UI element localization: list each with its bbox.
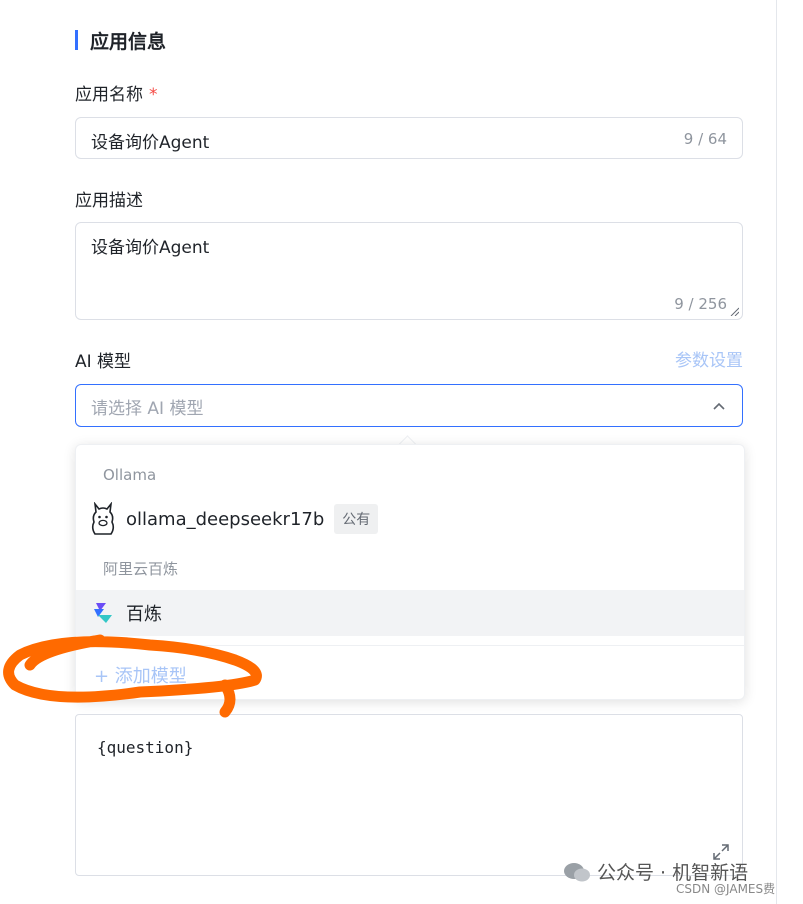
param-settings-link[interactable]: 参数设置	[675, 346, 743, 371]
ai-model-select[interactable]: 请选择 AI 模型	[75, 384, 743, 427]
prompt-editor[interactable]: {question}	[75, 714, 743, 876]
section-title: 应用信息	[75, 27, 166, 53]
ai-model-placeholder: 请选择 AI 模型	[91, 399, 204, 419]
option-label: 百炼	[126, 604, 162, 625]
app-desc-textarea[interactable]: 设备询价Agent 9 / 256	[75, 222, 743, 320]
annotation-circle	[3, 634, 262, 718]
section-accent-bar	[75, 30, 78, 50]
resize-handle-icon[interactable]	[729, 306, 739, 316]
app-desc-value: 设备询价Agent	[91, 238, 210, 258]
chevron-up-icon	[713, 402, 725, 410]
required-mark: *	[149, 85, 158, 105]
app-desc-label: 应用描述	[75, 191, 143, 211]
wechat-icon	[564, 862, 590, 881]
llama-icon	[91, 502, 115, 535]
app-name-counter: 9 / 64	[683, 130, 727, 148]
public-tag: 公有	[334, 504, 379, 534]
app-name-input[interactable]: 设备询价Agent 9 / 64	[75, 117, 743, 159]
group-label-ollama: Ollama	[103, 466, 157, 484]
watermark-sub: CSDN @JAMES费	[676, 882, 776, 896]
bailian-icon	[94, 603, 112, 623]
app-desc-counter: 9 / 256	[674, 295, 727, 313]
app-name-value: 设备询价Agent	[91, 133, 210, 153]
section-title-text: 应用信息	[90, 30, 167, 53]
ai-model-label: AI 模型	[75, 352, 132, 372]
app-name-label-text: 应用名称	[75, 85, 143, 105]
group-label-bailian: 阿里云百炼	[103, 560, 179, 578]
panel-divider	[776, 0, 777, 904]
prompt-text: {question}	[97, 738, 194, 757]
option-label: ollama_deepseekr17b	[126, 508, 325, 530]
option-ollama-deepseekr17b[interactable]: ollama_deepseekr17b 公有	[76, 496, 744, 542]
app-name-label: 应用名称 *	[75, 80, 158, 105]
